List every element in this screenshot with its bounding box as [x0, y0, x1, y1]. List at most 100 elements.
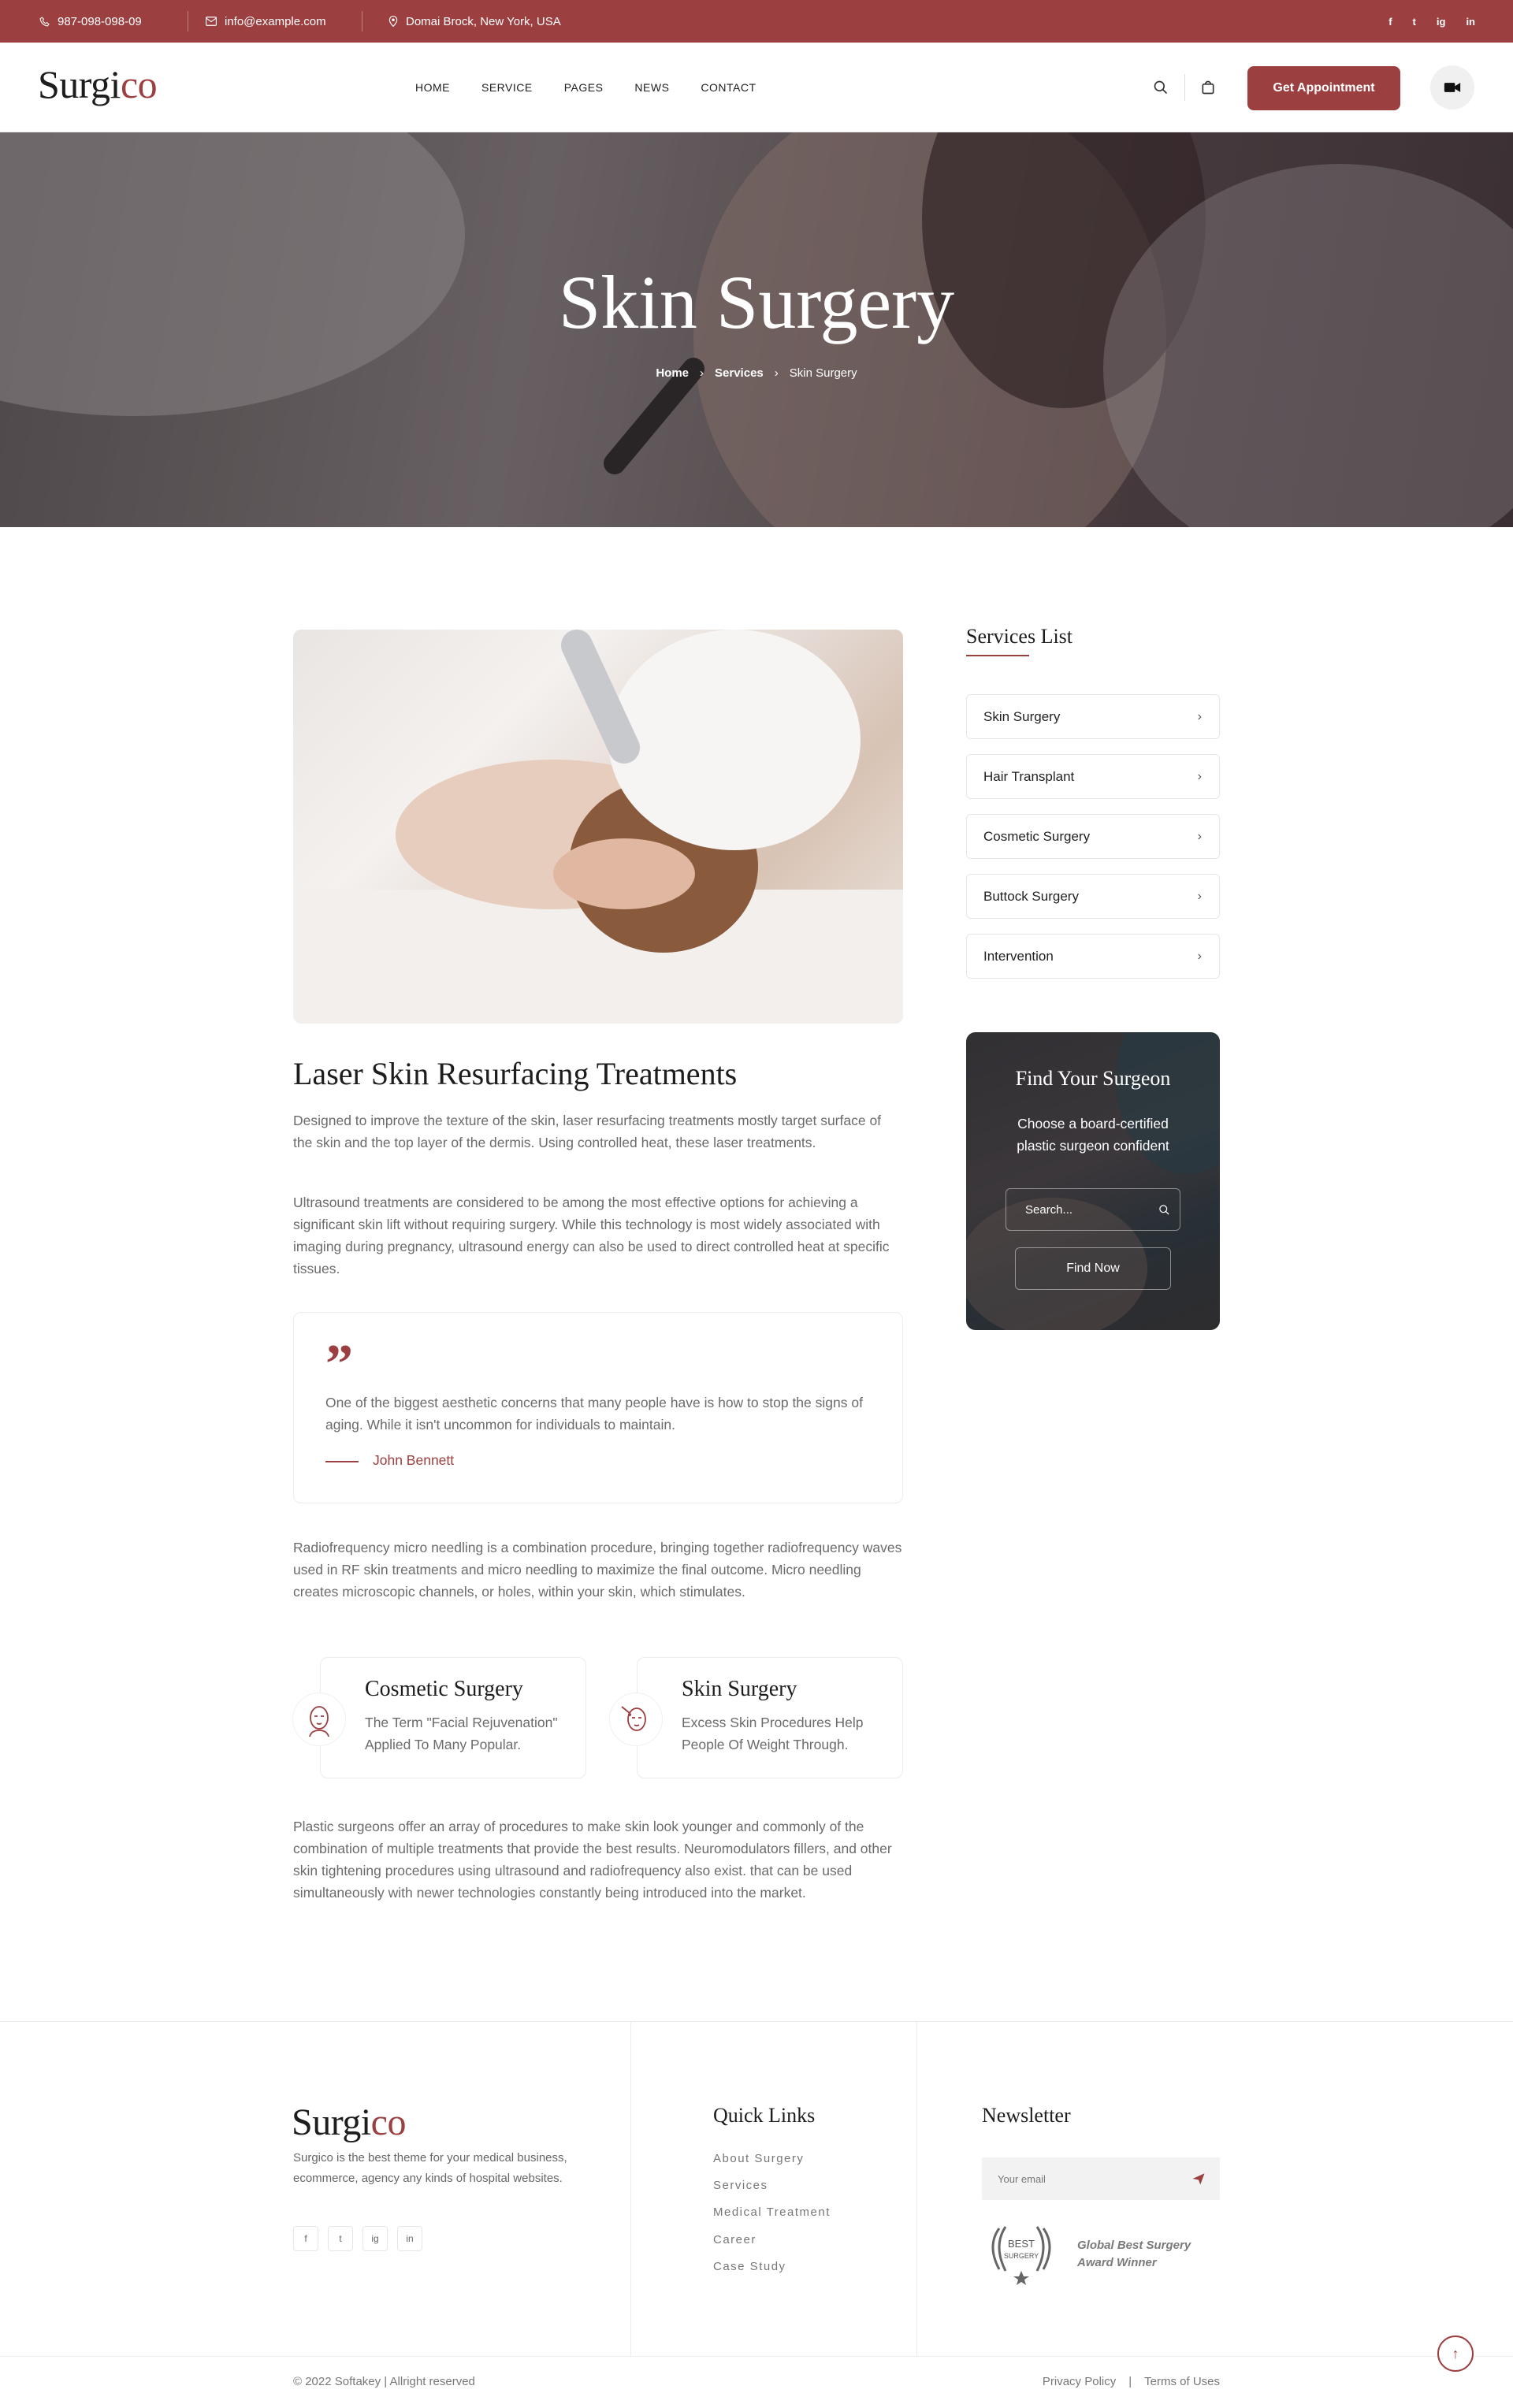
- instagram-icon[interactable]: ig: [1437, 16, 1446, 28]
- nav-service[interactable]: SERVICE: [481, 81, 533, 94]
- surgeon-search-input[interactable]: Search...: [1006, 1188, 1180, 1231]
- nav-news[interactable]: NEWS: [634, 81, 669, 94]
- get-appointment-button[interactable]: Get Appointment: [1247, 66, 1400, 110]
- phone-icon: [39, 16, 50, 26]
- email-placeholder: Your email: [998, 2172, 1046, 2185]
- article-title: Laser Skin Resurfacing Treatments: [293, 1056, 738, 1091]
- logo-accent: co: [120, 62, 158, 106]
- scroll-to-top-button[interactable]: ↑: [1437, 2336, 1474, 2372]
- chevron-right-icon: ›: [1197, 769, 1202, 783]
- chevron-right-icon: ›: [774, 366, 779, 380]
- quote-icon: ”: [325, 1334, 353, 1395]
- video-call-button[interactable]: [1430, 65, 1474, 110]
- finder-text: Choose a board-certified plastic surgeon…: [1017, 1116, 1169, 1154]
- paragraph: Ultrasound treatments are considered to …: [293, 1195, 890, 1276]
- linkedin-icon[interactable]: in: [397, 2226, 422, 2251]
- search-icon[interactable]: [1149, 76, 1173, 99]
- breadcrumb: Home › Services › Skin Surgery: [0, 366, 1513, 380]
- footer-link-services[interactable]: Services: [713, 2179, 768, 2192]
- badge-text-surgery: SURGERY: [1003, 2252, 1039, 2260]
- email-text: info@example.com: [225, 14, 326, 28]
- face-icon: [292, 1693, 346, 1746]
- service-label: Intervention: [983, 948, 1054, 964]
- feature-card[interactable]: Cosmetic Surgery The Term "Facial Rejuve…: [292, 1657, 586, 1778]
- footer-divider: [916, 2022, 917, 2357]
- title-underline: [966, 655, 1029, 656]
- quote-author: John Bennett: [373, 1452, 455, 1468]
- phone-info[interactable]: 987-098-098-09: [39, 0, 142, 43]
- service-item-hair-transplant[interactable]: Hair Transplant ›: [966, 754, 1220, 799]
- service-label: Cosmetic Surgery: [983, 828, 1091, 844]
- paragraph: Plastic surgeons offer an array of proce…: [293, 1819, 892, 1901]
- service-item-buttock-surgery[interactable]: Buttock Surgery ›: [966, 874, 1220, 919]
- footer-about-text: Surgico is the best theme for your medic…: [293, 2151, 567, 2185]
- nav-pages[interactable]: PAGES: [564, 81, 604, 94]
- breadcrumb-services[interactable]: Services: [715, 366, 764, 380]
- chevron-right-icon: ›: [1197, 889, 1202, 903]
- main-nav: HOME SERVICE PAGES NEWS CONTACT: [415, 43, 756, 132]
- top-social-links: f t ig in: [1388, 0, 1475, 43]
- paragraph: Radiofrequency micro needling is a combi…: [293, 1540, 902, 1600]
- feature-text: Excess Skin Procedures Help People Of We…: [682, 1715, 864, 1752]
- service-item-intervention[interactable]: Intervention ›: [966, 934, 1220, 979]
- copyright-divider: [0, 2356, 1513, 2357]
- logo-accent: co: [370, 2101, 407, 2143]
- footer-link-career[interactable]: Career: [713, 2233, 756, 2246]
- linkedin-icon[interactable]: in: [1466, 16, 1475, 28]
- award-caption: Global Best Surgery Award Winner: [1077, 2237, 1191, 2272]
- copyright-text: © 2022 Softakey | Allright reserved: [293, 2375, 475, 2388]
- services-list-title: Services List: [966, 625, 1073, 648]
- feature-text: The Term "Facial Rejuvenation" Applied T…: [365, 1715, 558, 1752]
- address-text: Domai Brock, New York, USA: [406, 14, 561, 28]
- newsletter-title: Newsletter: [982, 2104, 1071, 2127]
- quote-text: One of the biggest aesthetic concerns th…: [325, 1395, 863, 1433]
- feature-card[interactable]: Skin Surgery Excess Skin Procedures Help…: [609, 1657, 903, 1778]
- find-now-button[interactable]: Find Now: [1015, 1247, 1171, 1290]
- phone-text: 987-098-098-09: [58, 14, 142, 28]
- twitter-icon[interactable]: t: [328, 2226, 353, 2251]
- send-icon[interactable]: [1191, 2172, 1206, 2186]
- instagram-icon[interactable]: ig: [362, 2226, 388, 2251]
- paragraph: Designed to improve the texture of the s…: [293, 1113, 882, 1150]
- search-placeholder: Search...: [1025, 1202, 1073, 1217]
- service-item-skin-surgery[interactable]: Skin Surgery ›: [966, 694, 1220, 739]
- search-icon[interactable]: [1158, 1204, 1170, 1216]
- feature-title: Skin Surgery: [682, 1677, 797, 1701]
- finder-title: Find Your Surgeon: [1015, 1067, 1171, 1090]
- service-label: Buttock Surgery: [983, 888, 1079, 904]
- breadcrumb-current: Skin Surgery: [789, 366, 857, 380]
- privacy-policy-link[interactable]: Privacy Policy: [1043, 2375, 1116, 2388]
- mail-icon: [206, 17, 217, 26]
- top-info-bar: 987-098-098-09 info@example.com Domai Br…: [0, 0, 1513, 43]
- cart-icon[interactable]: [1196, 76, 1220, 99]
- footer-link-medical-treatment[interactable]: Medical Treatment: [713, 2205, 831, 2219]
- facebook-icon[interactable]: f: [293, 2226, 318, 2251]
- legal-separator: |: [1128, 2375, 1132, 2388]
- twitter-icon[interactable]: t: [1413, 16, 1416, 28]
- award-badge: BEST SURGERY: [982, 2222, 1061, 2285]
- breadcrumb-home[interactable]: Home: [656, 366, 689, 380]
- site-logo[interactable]: Surgico: [38, 61, 158, 107]
- legal-links: Privacy Policy | Terms of Uses: [1043, 2375, 1220, 2388]
- video-camera-icon: [1444, 83, 1461, 92]
- find-surgeon-widget: Find Your Surgeon Choose a board-certifi…: [966, 1032, 1220, 1330]
- footer-logo[interactable]: Surgico: [292, 2101, 406, 2144]
- service-item-cosmetic-surgery[interactable]: Cosmetic Surgery ›: [966, 814, 1220, 859]
- nav-contact[interactable]: CONTACT: [701, 81, 756, 94]
- newsletter-email-input[interactable]: Your email: [982, 2157, 1220, 2200]
- nav-home[interactable]: HOME: [415, 81, 450, 94]
- quick-links-title: Quick Links: [713, 2104, 816, 2127]
- terms-link[interactable]: Terms of Uses: [1144, 2375, 1220, 2388]
- footer-link-case-study[interactable]: Case Study: [713, 2260, 786, 2273]
- email-info[interactable]: info@example.com: [206, 0, 326, 43]
- award-line-1: Global Best Surgery: [1077, 2239, 1191, 2252]
- location-pin-icon: [388, 16, 398, 27]
- footer-link-about-surgery[interactable]: About Surgery: [713, 2152, 804, 2165]
- logo-main: Surgi: [38, 62, 121, 106]
- facebook-icon[interactable]: f: [1388, 16, 1392, 28]
- chevron-right-icon: ›: [700, 366, 704, 380]
- chevron-right-icon: ›: [1197, 709, 1202, 723]
- feature-title: Cosmetic Surgery: [365, 1677, 523, 1701]
- testimonial-quote: ” One of the biggest aesthetic concerns …: [293, 1312, 903, 1503]
- address-info: Domai Brock, New York, USA: [388, 0, 561, 43]
